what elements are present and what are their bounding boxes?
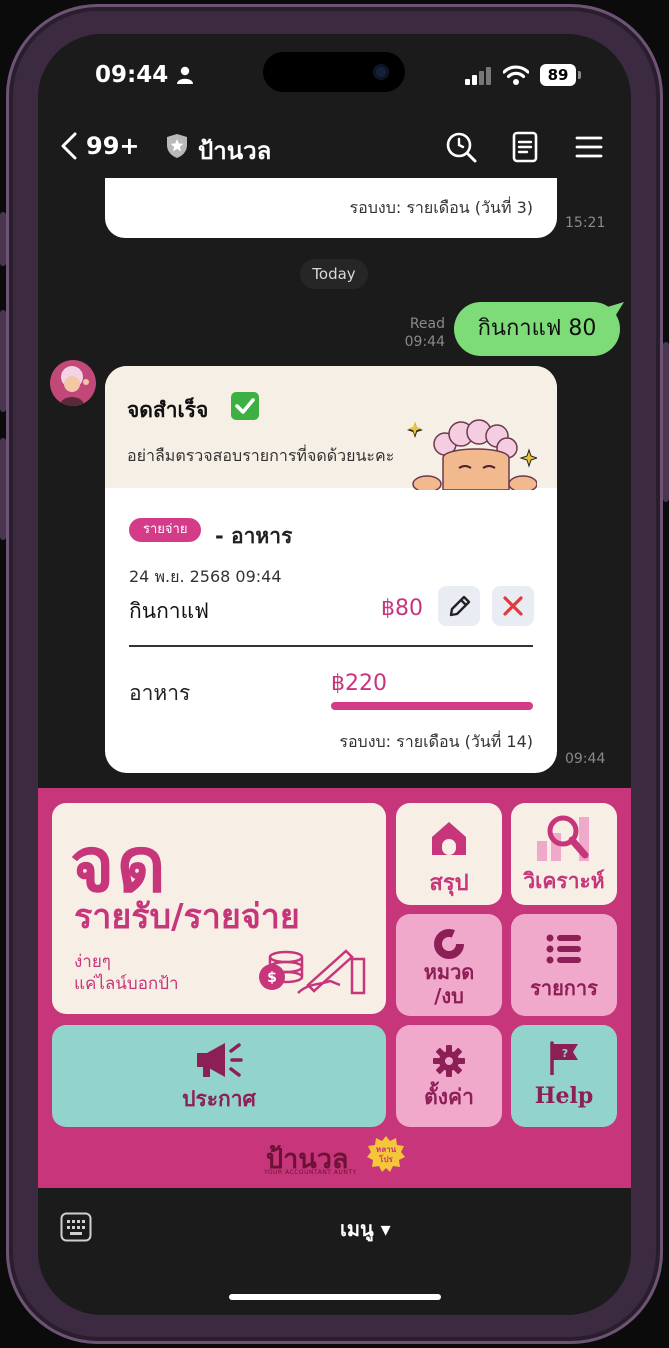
record-note: ง่ายๆ แค่ไลน์บอกป้า <box>74 952 179 994</box>
brand-badge-icon: หลาน โปร <box>367 1136 405 1172</box>
budget-cycle-label: รอบงบ: รายเดือน (วันที่ 3) <box>349 198 533 217</box>
previous-record-card: รอบงบ: รายเดือน (วันที่ 3) <box>105 178 557 238</box>
rich-menu-toggle[interactable]: เมนู ▾ <box>340 1213 391 1245</box>
entry-datetime: 24 พ.ย. 2568 09:44 <box>129 567 282 586</box>
budget-cycle-label: รอบงบ: รายเดือน (วันที่ 14) <box>339 732 533 751</box>
screen: 09:44 89 99+ ป้านวล รอบงบ: รายเดือน (วัน… <box>38 34 631 1315</box>
back-chevron-icon[interactable] <box>60 132 78 160</box>
card-divider <box>129 645 533 647</box>
budget-progress-fill <box>331 702 533 710</box>
aunty-illustration-icon <box>407 419 537 490</box>
chat-header: 99+ ป้านวล <box>38 118 631 178</box>
budget-category-name: อาหาร <box>129 681 191 705</box>
rich-menu: จด รายรับ/รายจ่าย ง่ายๆ แค่ไลน์บอกป้า $ <box>38 788 631 1188</box>
delete-entry-button[interactable] <box>492 586 534 626</box>
chat-title: ป้านวล <box>198 137 272 165</box>
message-time: 09:44 <box>565 751 606 767</box>
verified-shield-icon <box>167 134 187 158</box>
gear-icon <box>433 1045 465 1077</box>
settings-label: ตั้งค่า <box>424 1085 474 1109</box>
chat-area[interactable]: รอบงบ: รายเดือน (วันที่ 3) 15:21 Today R… <box>38 178 631 788</box>
home-indicator[interactable] <box>229 1294 441 1300</box>
entry-amount: ฿80 <box>381 596 423 621</box>
read-receipt: Read 09:44 <box>405 315 445 351</box>
status-time: 09:44 <box>95 62 169 88</box>
edit-entry-button[interactable] <box>438 586 480 626</box>
brand-badge-text: หลาน <box>376 1145 397 1154</box>
battery-nub <box>578 71 581 79</box>
budget-progress-bar <box>331 702 533 710</box>
donut-chart-icon <box>434 929 464 959</box>
entry-category: - อาหาร <box>215 524 293 548</box>
transactions-tile[interactable]: รายการ <box>511 914 617 1016</box>
summary-label: สรุป <box>429 871 469 896</box>
announcement-label: ประกาศ <box>182 1087 256 1111</box>
search-icon[interactable] <box>444 130 478 164</box>
card-title: จดสำเร็จ <box>127 398 209 422</box>
close-icon <box>503 596 523 616</box>
battery-indicator: 89 <box>540 64 576 86</box>
analyze-label: วิเคราะห์ <box>523 869 605 893</box>
category-budget-tile[interactable]: หมวด /งบ <box>396 914 502 1016</box>
status-bar: 09:44 89 <box>38 34 631 118</box>
volume-up-button <box>0 310 6 412</box>
dynamic-island <box>263 52 405 92</box>
unread-count[interactable]: 99+ <box>86 132 140 160</box>
list-icon <box>546 934 581 964</box>
budget-used-amount: ฿220 <box>331 671 387 696</box>
cellular-signal-icon <box>465 67 491 85</box>
wifi-icon <box>503 65 529 85</box>
transactions-label: รายการ <box>530 976 598 1000</box>
help-label: Help <box>534 1083 594 1109</box>
volume-down-button <box>0 438 6 540</box>
date-separator: Today <box>300 259 368 289</box>
record-income-expense-tile[interactable]: จด รายรับ/รายจ่าย ง่ายๆ แค่ไลน์บอกป้า $ <box>52 803 386 1014</box>
sent-time: 09:44 <box>404 334 445 350</box>
analyze-tile[interactable]: วิเคราะห์ <box>511 803 617 905</box>
action-button <box>0 212 6 266</box>
aunty-avatar-icon <box>60 366 89 406</box>
category-budget-label: หมวด /งบ <box>423 960 475 1008</box>
read-label: Read <box>409 316 445 332</box>
pencil-icon <box>449 595 471 617</box>
expense-tag: รายจ่าย <box>129 518 202 542</box>
brand-badge-text-2: โปร <box>378 1154 393 1164</box>
card-subtitle: อย่าลืมตรวจสอบรายการที่จดด้วยนะคะ <box>127 446 395 465</box>
announcement-tile[interactable]: ประกาศ <box>52 1025 386 1127</box>
brand-tagline: YOUR ACCOUNTANT AUNTY <box>264 1169 357 1176</box>
megaphone-icon <box>197 1043 243 1077</box>
svg-text:$: $ <box>267 970 277 986</box>
magnifier-chart-icon <box>537 815 589 861</box>
home-icon <box>432 822 466 855</box>
notes-icon[interactable] <box>508 130 542 164</box>
bot-avatar[interactable] <box>50 360 96 406</box>
hamburger-menu-icon[interactable] <box>572 130 606 164</box>
svg-text:?: ? <box>562 1047 568 1060</box>
help-flag-icon: ? <box>550 1041 578 1075</box>
coins-writing-icon: $ <box>259 949 366 995</box>
card-header: จดสำเร็จ อย่าลืมตรวจสอบรายการที่จดด้วยนะ… <box>105 366 557 490</box>
settings-tile[interactable]: ตั้งค่า <box>396 1025 502 1127</box>
person-icon <box>177 66 193 84</box>
record-subtitle: รายรับ/รายจ่าย <box>74 897 300 937</box>
check-mark-icon <box>231 392 259 420</box>
bottom-bar: เมนู ▾ <box>38 1188 631 1315</box>
power-button <box>663 342 669 502</box>
entry-name: กินกาแฟ <box>129 599 209 623</box>
message-time: 15:21 <box>565 215 606 231</box>
sent-message-bubble[interactable]: กินกาแฟ 80 <box>454 302 620 356</box>
record-success-card: จดสำเร็จ อย่าลืมตรวจสอบรายการที่จดด้วยนะ… <box>105 366 557 773</box>
keyboard-icon[interactable] <box>60 1212 92 1242</box>
help-tile[interactable]: ? Help <box>511 1025 617 1127</box>
summary-tile[interactable]: สรุป <box>396 803 502 905</box>
